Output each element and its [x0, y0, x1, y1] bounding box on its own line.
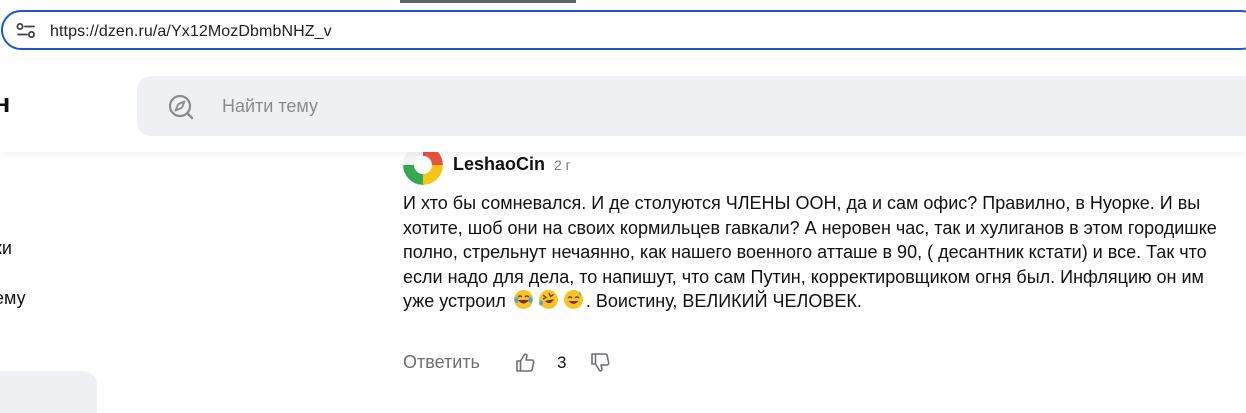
sidebar-item-2[interactable]: ему — [0, 288, 26, 309]
search-box[interactable]: Найти тему — [137, 76, 1246, 136]
rolling-laughing-emoji-icon — [538, 289, 559, 310]
url-text[interactable]: https://dzen.ru/a/Yx12MozDbmbNHZ_v — [50, 23, 332, 41]
comment-text: И хто бы сомневался. И де столуются ЧЛЕН… — [403, 191, 1223, 314]
like-count: 3 — [557, 353, 567, 372]
address-bar[interactable]: https://dzen.ru/a/Yx12MozDbmbNHZ_v — [1, 10, 1246, 50]
page-header: н Найти тему — [0, 60, 1246, 152]
comment-text-end: . Воистину, ВЕЛИКИЙ ЧЕЛОВЕК. — [585, 291, 862, 311]
sidebar-item-1[interactable]: ки — [0, 238, 12, 259]
laughing-tears-emoji-icon — [513, 289, 534, 310]
sweat-smile-emoji-icon — [563, 289, 584, 310]
active-tab-indicator — [400, 0, 576, 3]
sidebar-item-3[interactable] — [0, 371, 97, 413]
thumbs-up-icon[interactable] — [514, 351, 536, 373]
site-info-icon[interactable] — [16, 22, 36, 40]
thumbs-down-icon[interactable] — [589, 352, 611, 374]
comment-age: 2 г — [554, 157, 571, 173]
reply-button[interactable]: Ответить — [403, 352, 480, 373]
search-input[interactable]: Найти тему — [222, 96, 318, 117]
comment-author[interactable]: LeshaoCin — [453, 154, 545, 175]
compass-icon — [167, 93, 195, 121]
logo-fragment[interactable]: н — [0, 88, 10, 119]
